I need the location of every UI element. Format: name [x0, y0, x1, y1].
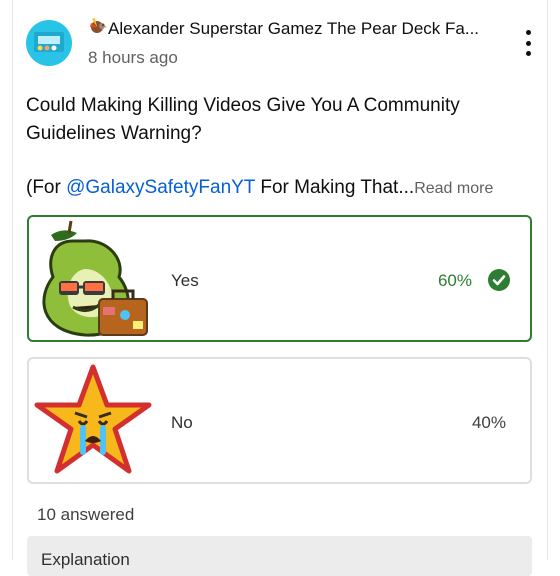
description-prefix: (For [26, 177, 67, 198]
option-label: Yes [171, 271, 199, 290]
author-name[interactable]: Alexander Superstar Gamez The Pear Deck … [88, 18, 498, 39]
pear-image [42, 220, 148, 337]
poll-option-yes[interactable]: Yes 60% [27, 215, 532, 342]
crying-star-image [34, 364, 152, 474]
author-name-text: Alexander Superstar Gamez The Pear Deck … [108, 19, 480, 38]
more-vert-icon[interactable] [516, 30, 540, 56]
option-percent: 40% [471, 413, 506, 432]
check-circle-icon [488, 269, 510, 291]
read-more-link[interactable]: Read more [414, 180, 493, 197]
post-description: (For @GalaxySafetyFanYT For Making That.… [26, 175, 536, 202]
answered-count: 10 answered [37, 505, 135, 524]
poll-option-no[interactable]: No 40% [27, 357, 532, 484]
explanation-button[interactable]: Explanation [27, 536, 532, 576]
explanation-label: Explanation [41, 550, 130, 569]
option-percent: 60% [437, 271, 472, 290]
post-time: 8 hours ago [88, 48, 178, 67]
mention-link[interactable]: @GalaxySafetyFanYT [66, 177, 255, 198]
avatar[interactable] [26, 20, 72, 66]
poll-question: Could Making Killing Videos Give You A C… [26, 95, 460, 144]
option-label: No [171, 413, 193, 432]
description-suffix: For Making That... [255, 177, 415, 198]
turkey-icon [88, 18, 108, 36]
